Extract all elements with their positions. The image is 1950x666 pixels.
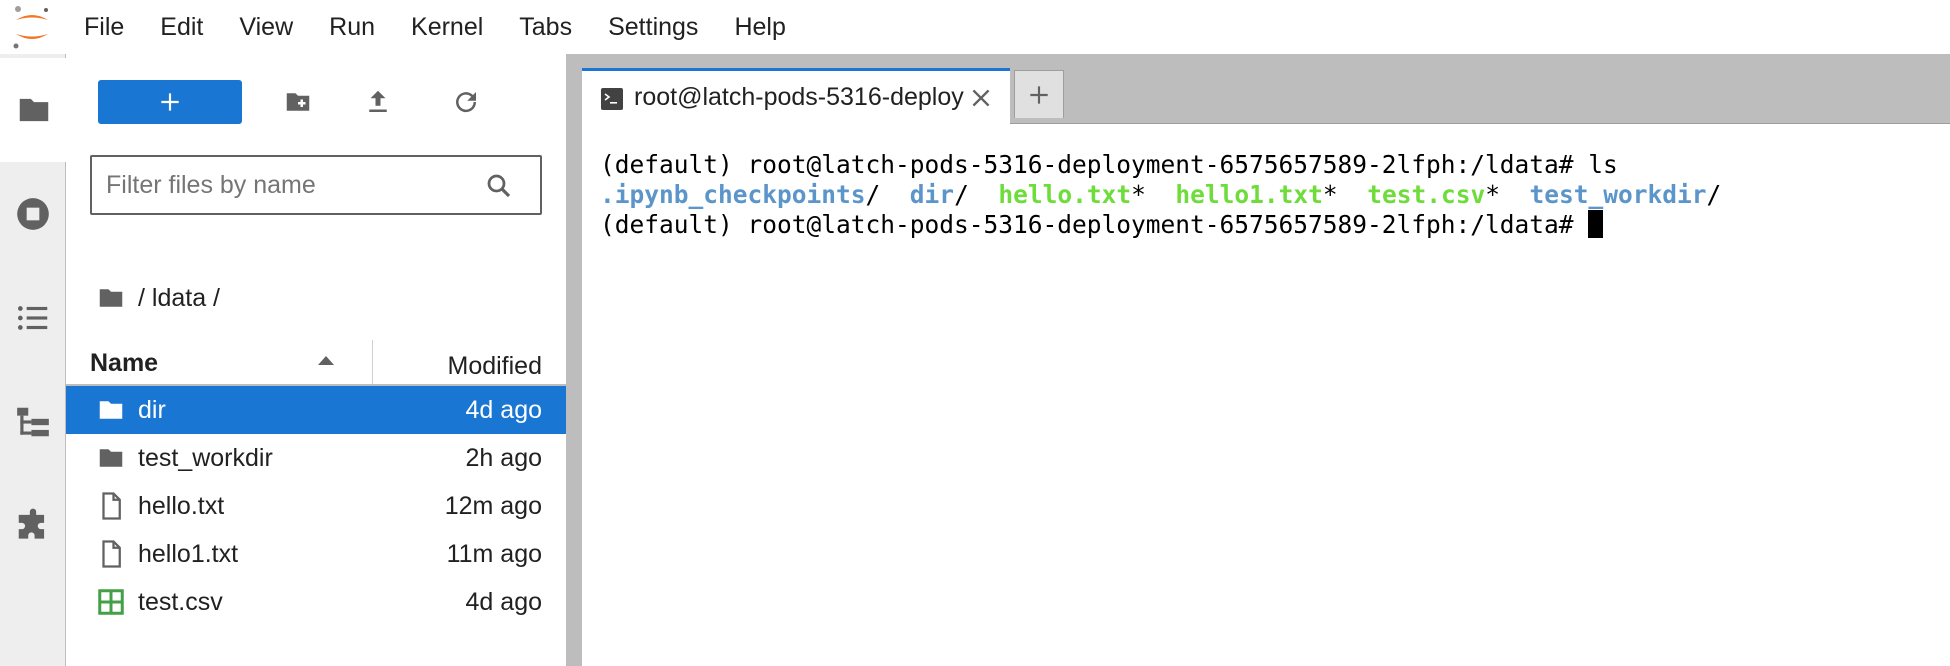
- ls-suffix: *: [1131, 180, 1146, 209]
- listing-header: Name Modified: [66, 340, 566, 386]
- file-name: hello.txt: [138, 491, 225, 520]
- ls-entry: hello.txt: [998, 180, 1132, 209]
- filter-files-input[interactable]: [92, 170, 472, 200]
- ls-entry: hello1.txt: [1175, 180, 1323, 209]
- breadcrumb-path[interactable]: / ldata /: [138, 284, 220, 313]
- file-row-hello-txt[interactable]: hello.txt 12m ago: [66, 482, 566, 530]
- terminal-icon: [601, 88, 623, 110]
- ls-suffix: *: [1485, 180, 1500, 209]
- plus-icon: [161, 93, 179, 111]
- file-icon: [102, 540, 121, 568]
- filter-files-box: [90, 155, 542, 215]
- file-list: dir 4d ago test_workdir 2h ago hello.txt…: [66, 386, 566, 626]
- menu-run[interactable]: Run: [311, 0, 393, 54]
- terminal-prompt: (default) root@latch-pods-5316-deploymen…: [600, 210, 1589, 239]
- ls-suffix: /: [1706, 180, 1722, 209]
- file-browser-toolbar: [66, 54, 566, 154]
- ls-entry: test.csv: [1367, 180, 1486, 209]
- plus-icon: [1030, 85, 1048, 104]
- terminal-output[interactable]: (default) root@latch-pods-5316-deploymen…: [600, 150, 1940, 240]
- menu-help[interactable]: Help: [716, 0, 803, 54]
- menu-kernel[interactable]: Kernel: [393, 0, 501, 54]
- column-resize-handle[interactable]: [372, 340, 373, 384]
- close-icon[interactable]: [968, 85, 994, 111]
- running-sessions-tab[interactable]: [0, 162, 66, 266]
- column-modified-header[interactable]: Modified: [448, 340, 543, 386]
- ls-entry: dir: [909, 180, 955, 209]
- tab-label: root@latch-pods-5316-deployment-65756575…: [634, 83, 964, 111]
- ls-suffix: *: [1322, 180, 1338, 209]
- jupyter-logo-icon[interactable]: [8, 4, 56, 50]
- table-of-contents-tab[interactable]: [0, 266, 66, 370]
- file-name: dir: [138, 395, 166, 424]
- file-browser: / ldata / Name Modified dir 4d ago test_…: [66, 54, 566, 666]
- terminal-command: ls: [1588, 150, 1618, 179]
- column-name-header[interactable]: Name: [90, 340, 158, 386]
- ls-suffix: /: [865, 180, 881, 209]
- stop-circle-icon: [17, 198, 49, 230]
- file-name: test.csv: [138, 587, 223, 616]
- main-dock: root@latch-pods-5316-deployment-65756575…: [582, 54, 1950, 666]
- tree-icon: [17, 407, 49, 437]
- new-launcher-button[interactable]: [98, 80, 242, 124]
- new-folder-button[interactable]: [276, 80, 320, 124]
- activity-bar: [0, 54, 67, 666]
- search-icon: [487, 174, 511, 198]
- menu-tabs[interactable]: Tabs: [501, 0, 590, 54]
- refresh-button[interactable]: [444, 80, 488, 124]
- terminal-line-3: (default) root@latch-pods-5316-deploymen…: [600, 210, 1940, 240]
- file-modified: 4d ago: [465, 395, 542, 424]
- terminal-line-2: .ipynb_checkpoints/ dir/ hello.txt* hell…: [600, 180, 1940, 210]
- menubar: File Edit View Run Kernel Tabs Settings …: [0, 0, 1950, 54]
- file-row-dir[interactable]: dir 4d ago: [66, 386, 566, 434]
- file-modified: 11m ago: [446, 539, 542, 568]
- puzzle-icon: [18, 508, 45, 539]
- menu-edit[interactable]: Edit: [142, 0, 221, 54]
- terminal-line-1: (default) root@latch-pods-5316-deploymen…: [600, 150, 1940, 180]
- property-inspector-tab[interactable]: [0, 370, 66, 474]
- file-row-test-csv[interactable]: test.csv 4d ago: [66, 578, 566, 626]
- add-tab-button[interactable]: [1014, 70, 1064, 118]
- extension-manager-tab[interactable]: [0, 474, 66, 578]
- folder-icon: [99, 401, 123, 419]
- file-name: test_workdir: [138, 443, 273, 472]
- menu-view[interactable]: View: [221, 0, 311, 54]
- file-modified: 2h ago: [465, 443, 542, 472]
- folder-icon: [99, 449, 123, 467]
- terminal-prompt: (default) root@latch-pods-5316-deploymen…: [600, 150, 1589, 179]
- file-row-hello1-txt[interactable]: hello1.txt 11m ago: [66, 530, 566, 578]
- menu-settings[interactable]: Settings: [590, 0, 716, 54]
- upload-button[interactable]: [356, 80, 400, 124]
- file-browser-tab[interactable]: [0, 58, 67, 162]
- list-icon: [17, 306, 48, 330]
- terminal-cursor: [1588, 210, 1604, 238]
- menu-file[interactable]: File: [70, 0, 142, 54]
- panel-splitter[interactable]: [566, 54, 582, 666]
- refresh-icon: [456, 92, 477, 113]
- file-modified: 4d ago: [465, 587, 542, 616]
- main-menu: File Edit View Run Kernel Tabs Settings …: [70, 0, 804, 54]
- spreadsheet-icon: [98, 589, 124, 615]
- folder-icon[interactable]: [96, 283, 126, 313]
- file-name: hello1.txt: [138, 539, 239, 568]
- sort-ascending-icon: [318, 356, 334, 365]
- file-row-test-workdir[interactable]: test_workdir 2h ago: [66, 434, 566, 482]
- file-modified: 12m ago: [444, 491, 542, 520]
- tab-terminal[interactable]: root@latch-pods-5316-deployment-65756575…: [582, 68, 1010, 124]
- ls-suffix: /: [954, 180, 969, 209]
- ls-entry: test_workdir: [1529, 180, 1707, 209]
- breadcrumb: / ldata /: [96, 278, 220, 318]
- file-icon: [102, 492, 121, 520]
- tab-bar: root@latch-pods-5316-deployment-65756575…: [582, 54, 1950, 124]
- upload-icon: [369, 90, 387, 112]
- ls-entry: .ipynb_checkpoints: [600, 180, 866, 209]
- folder-icon: [19, 98, 48, 122]
- new-folder-icon: [286, 93, 310, 111]
